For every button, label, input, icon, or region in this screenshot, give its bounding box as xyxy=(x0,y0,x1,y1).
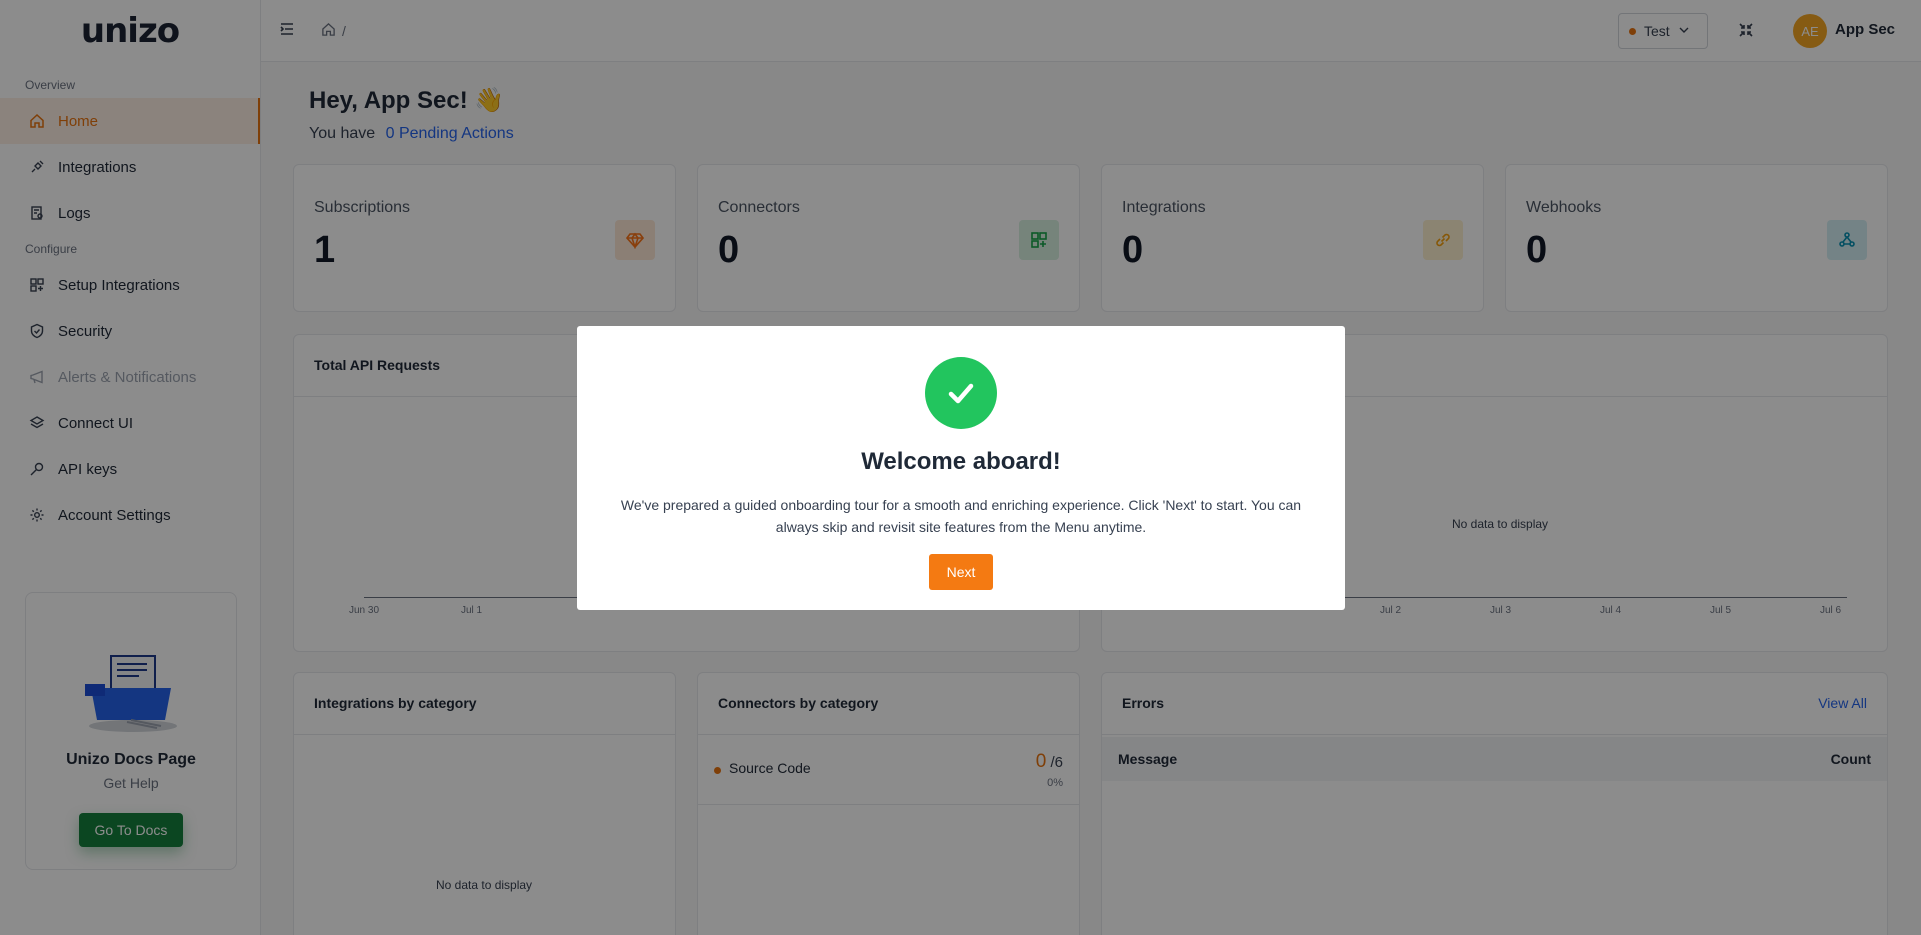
next-button[interactable]: Next xyxy=(929,554,993,590)
welcome-modal: Welcome aboard! We've prepared a guided … xyxy=(577,326,1345,610)
modal-title: Welcome aboard! xyxy=(861,448,1061,475)
check-circle-icon xyxy=(925,357,997,429)
modal-body: We've prepared a guided onboarding tour … xyxy=(620,497,1302,535)
